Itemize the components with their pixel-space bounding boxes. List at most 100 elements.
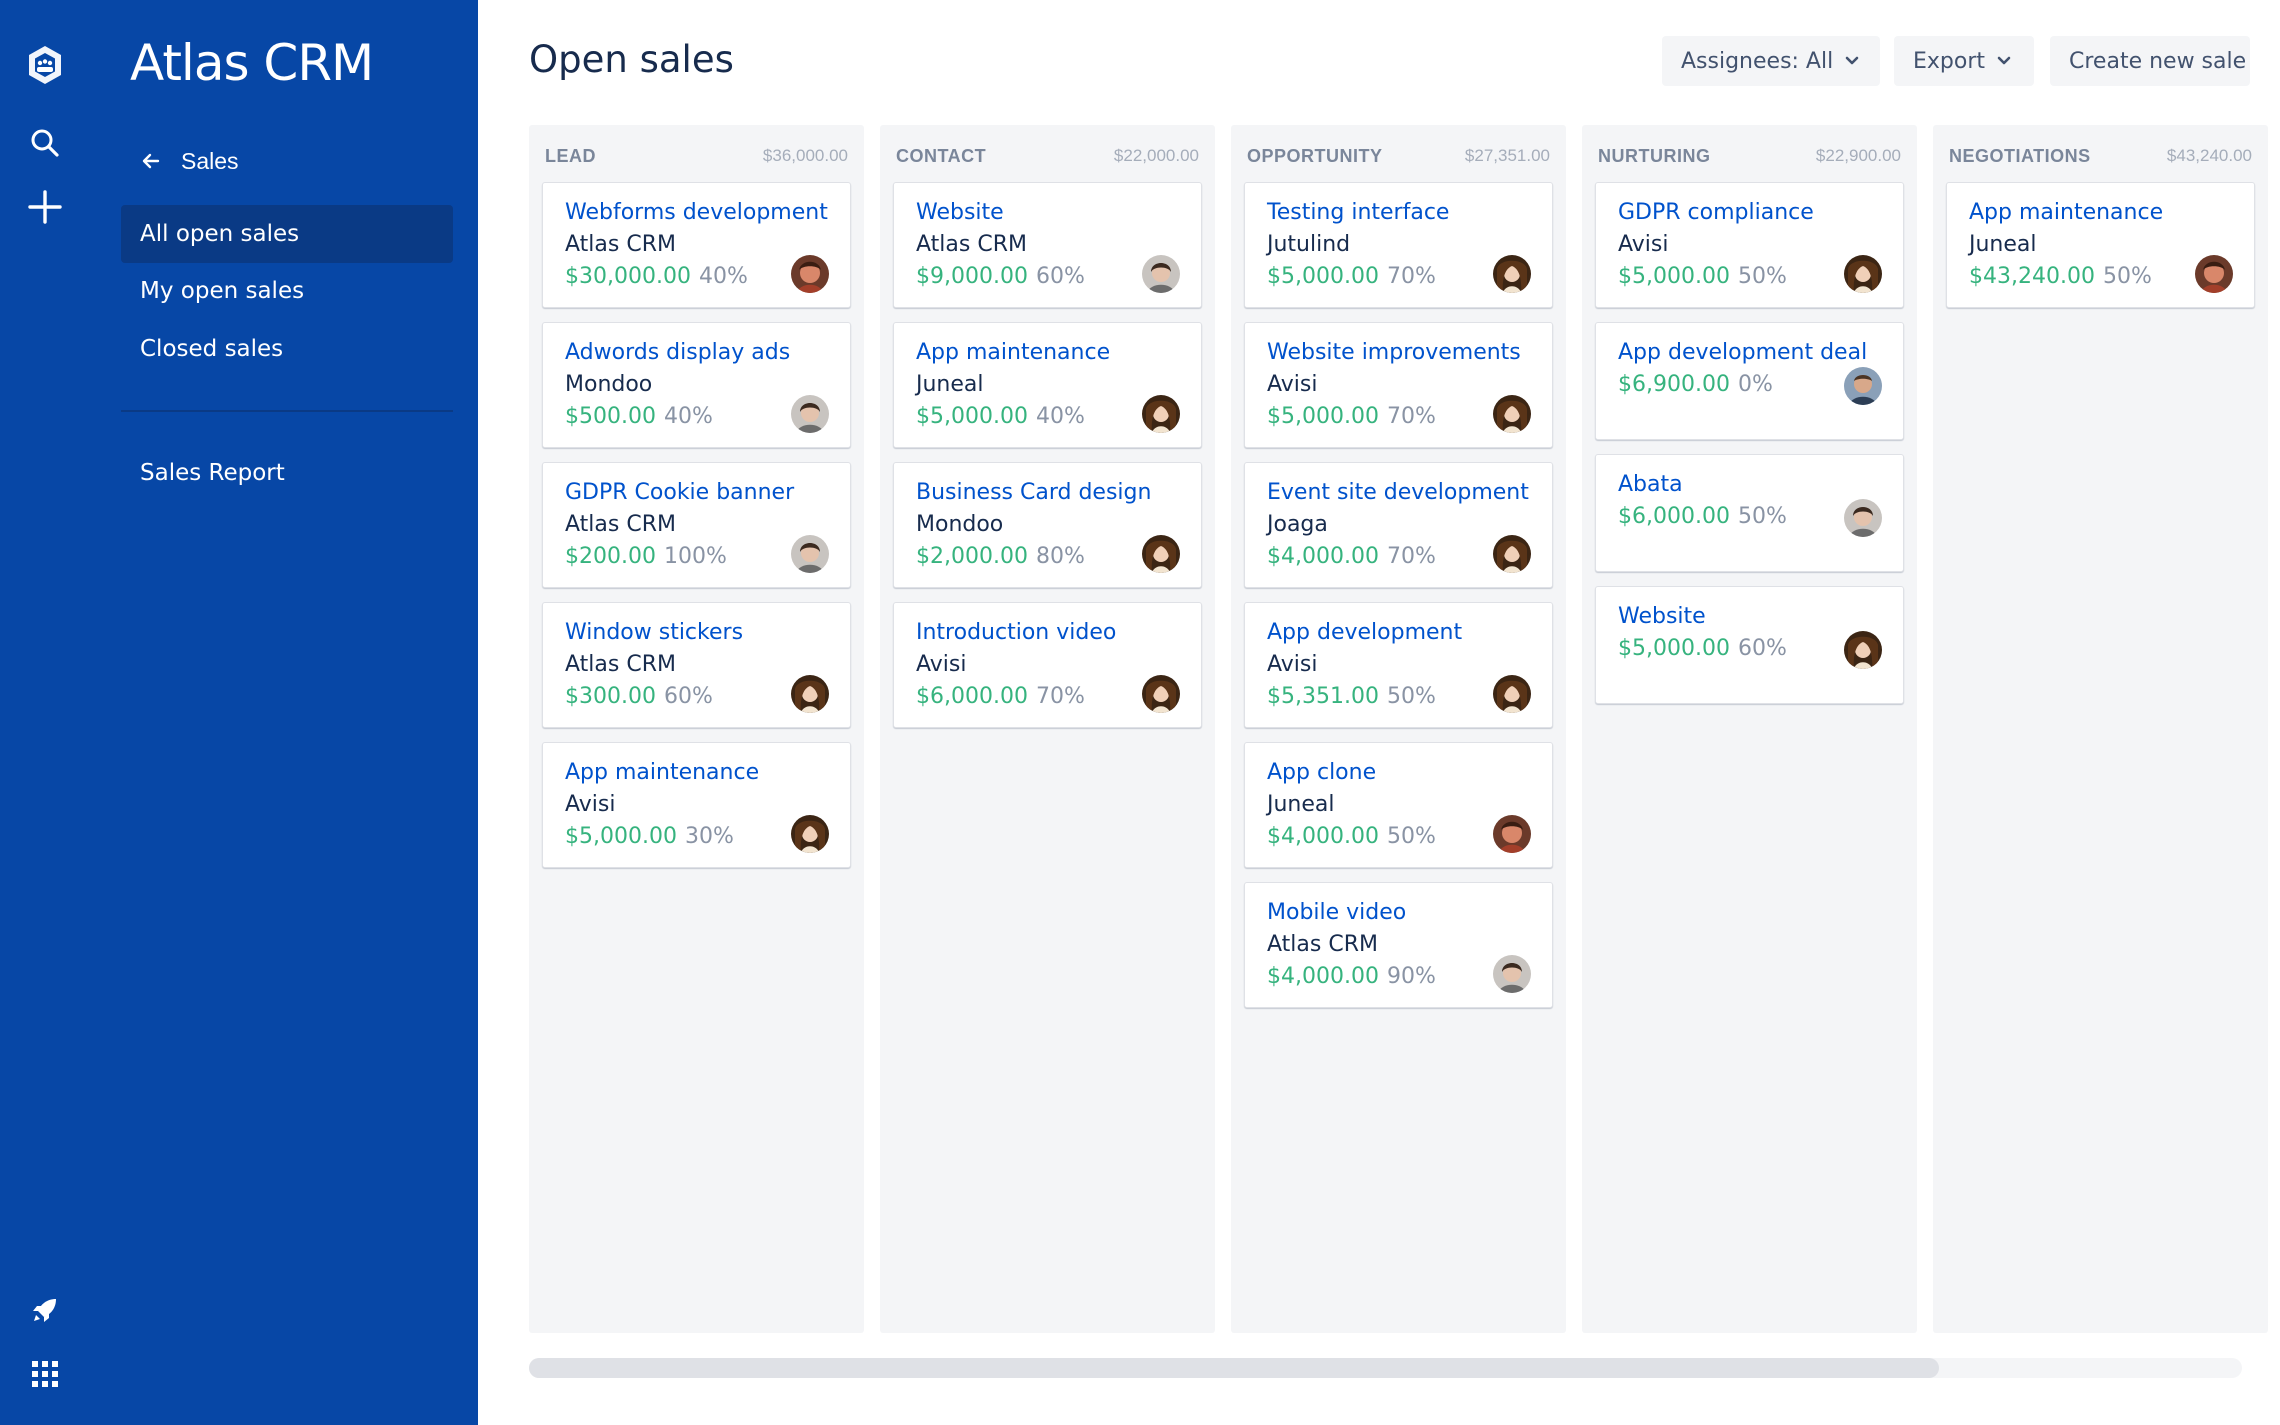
sale-meta: $5,000.00 40% <box>916 404 1085 429</box>
sale-card[interactable]: Mobile video Atlas CRM $4,000.00 90% <box>1244 882 1553 1008</box>
sale-title-link[interactable]: Testing interface <box>1267 200 1449 225</box>
sale-title-link[interactable]: App development deal <box>1618 340 1867 365</box>
column-header: LEAD $36,000.00 <box>545 143 848 169</box>
sale-card[interactable]: Testing interface Jutulind $5,000.00 70% <box>1244 182 1553 308</box>
sale-company: Avisi <box>1267 372 1318 397</box>
sale-company: Juneal <box>916 372 984 397</box>
sale-title-link[interactable]: Website <box>916 200 1004 225</box>
sale-meta: $4,000.00 50% <box>1267 824 1436 849</box>
assignee-avatar[interactable] <box>791 255 829 293</box>
app-switcher-icon[interactable] <box>20 1349 70 1399</box>
sale-title-link[interactable]: App maintenance <box>916 340 1110 365</box>
assignee-avatar[interactable] <box>1493 955 1531 993</box>
sidebar-item-all-open-sales[interactable]: All open sales <box>121 205 453 263</box>
assignee-avatar[interactable] <box>1493 255 1531 293</box>
sale-value: $6,000.00 <box>1618 504 1730 529</box>
assignee-avatar[interactable] <box>1142 395 1180 433</box>
sale-title-link[interactable]: Adwords display ads <box>565 340 790 365</box>
sale-title-link[interactable]: App development <box>1267 620 1462 645</box>
sale-card[interactable]: App maintenance Avisi $5,000.00 30% <box>542 742 851 868</box>
assignee-avatar[interactable] <box>791 675 829 713</box>
assignee-avatar[interactable] <box>1142 675 1180 713</box>
assignee-avatar[interactable] <box>1493 395 1531 433</box>
assignee-avatar[interactable] <box>791 395 829 433</box>
assignee-avatar[interactable] <box>1142 535 1180 573</box>
horizontal-scrollbar-thumb[interactable] <box>529 1358 1939 1378</box>
sale-meta: $9,000.00 60% <box>916 264 1085 289</box>
assignee-avatar[interactable] <box>1493 675 1531 713</box>
sale-card[interactable]: Website $5,000.00 60% <box>1595 586 1904 704</box>
assignee-avatar[interactable] <box>1493 815 1531 853</box>
sale-card[interactable]: App maintenance Juneal $5,000.00 40% <box>893 322 1202 448</box>
sale-title-link[interactable]: Abata <box>1618 472 1683 497</box>
sidebar-item-sales-report[interactable]: Sales Report <box>121 444 453 502</box>
sale-probability: 90% <box>1386 964 1436 989</box>
app-logo-icon[interactable] <box>20 40 70 90</box>
sale-company: Avisi <box>1618 232 1669 257</box>
sale-title-link[interactable]: Event site development <box>1267 480 1529 505</box>
assignees-filter-button[interactable]: Assignees: All <box>1662 36 1880 86</box>
sale-title-link[interactable]: App maintenance <box>1969 200 2163 225</box>
arrow-left-icon <box>142 153 160 169</box>
assignee-avatar[interactable] <box>1142 255 1180 293</box>
export-button[interactable]: Export <box>1894 36 2034 86</box>
sale-card[interactable]: Introduction video Avisi $6,000.00 70% <box>893 602 1202 728</box>
sale-card[interactable]: App development Avisi $5,351.00 50% <box>1244 602 1553 728</box>
sale-probability: 50% <box>1737 264 1787 289</box>
assignee-avatar[interactable] <box>2195 255 2233 293</box>
sale-title-link[interactable]: Business Card design <box>916 480 1151 505</box>
assignee-avatar[interactable] <box>791 535 829 573</box>
sale-title-link[interactable]: Website improvements <box>1267 340 1521 365</box>
sale-title-link[interactable]: App clone <box>1267 760 1376 785</box>
sale-card[interactable]: Window stickers Atlas CRM $300.00 60% <box>542 602 851 728</box>
sale-title-link[interactable]: Website <box>1618 604 1706 629</box>
sale-meta: $5,000.00 70% <box>1267 264 1436 289</box>
plus-icon[interactable] <box>20 182 70 232</box>
sale-title-link[interactable]: Webforms development <box>565 200 828 225</box>
sale-meta: $43,240.00 50% <box>1969 264 2152 289</box>
sale-card[interactable]: Website improvements Avisi $5,000.00 70% <box>1244 322 1553 448</box>
sale-card[interactable]: Webforms development Atlas CRM $30,000.00 4… <box>542 182 851 308</box>
sidebar-item-closed-sales[interactable]: Closed sales <box>121 320 453 378</box>
sale-card[interactable]: Website Atlas CRM $9,000.00 60% <box>893 182 1202 308</box>
sale-card[interactable]: GDPR compliance Avisi $5,000.00 50% <box>1595 182 1904 308</box>
sale-card[interactable]: App maintenance Juneal $43,240.00 50% <box>1946 182 2255 308</box>
sale-card[interactable]: Adwords display ads Mondoo $500.00 40% <box>542 322 851 448</box>
sale-title-link[interactable]: GDPR Cookie banner <box>565 480 794 505</box>
search-icon[interactable] <box>20 118 70 168</box>
horizontal-scrollbar[interactable] <box>529 1358 2242 1378</box>
sale-card[interactable]: GDPR Cookie banner Atlas CRM $200.00 100% <box>542 462 851 588</box>
sale-probability: 70% <box>1386 544 1436 569</box>
sale-card[interactable]: Abata $6,000.00 50% <box>1595 454 1904 572</box>
sale-company: Atlas CRM <box>565 652 676 677</box>
assignee-avatar[interactable] <box>1844 367 1882 405</box>
sale-probability: 40% <box>1035 404 1085 429</box>
create-new-sale-button[interactable]: Create new sale <box>2050 36 2250 86</box>
sales-board: LEAD $36,000.00 Webforms development Atlas … <box>529 125 2280 1333</box>
sidebar-item-my-open-sales[interactable]: My open sales <box>121 262 453 320</box>
sale-title-link[interactable]: Mobile video <box>1267 900 1406 925</box>
chevron-down-icon <box>1997 56 2011 65</box>
assignee-avatar[interactable] <box>791 815 829 853</box>
assignee-avatar[interactable] <box>1844 255 1882 293</box>
sale-card[interactable]: App clone Juneal $4,000.00 50% <box>1244 742 1553 868</box>
sale-title-link[interactable]: GDPR compliance <box>1618 200 1814 225</box>
sale-meta: $5,000.00 60% <box>1618 636 1787 661</box>
column-nurturing: NURTURING $22,900.00 GDPR compliance Avisi $… <box>1582 125 1917 1333</box>
column-total: $22,000.00 <box>1113 146 1199 165</box>
sale-company: Atlas CRM <box>1267 932 1378 957</box>
global-navigation <box>0 0 89 1425</box>
back-to-sales-link[interactable]: Sales <box>141 146 239 176</box>
column-title: CONTACT <box>896 145 987 166</box>
sale-title-link[interactable]: App maintenance <box>565 760 759 785</box>
assignee-avatar[interactable] <box>1844 499 1882 537</box>
sale-company: Avisi <box>916 652 967 677</box>
sale-card[interactable]: Business Card design Mondoo $2,000.00 80% <box>893 462 1202 588</box>
sale-card[interactable]: App development deal $6,900.00 0% <box>1595 322 1904 440</box>
assignee-avatar[interactable] <box>1844 631 1882 669</box>
rocket-icon[interactable] <box>20 1285 70 1335</box>
sale-title-link[interactable]: Introduction video <box>916 620 1116 645</box>
sale-title-link[interactable]: Window stickers <box>565 620 743 645</box>
sale-card[interactable]: Event site development Joaga $4,000.00 70% <box>1244 462 1553 588</box>
assignee-avatar[interactable] <box>1493 535 1531 573</box>
